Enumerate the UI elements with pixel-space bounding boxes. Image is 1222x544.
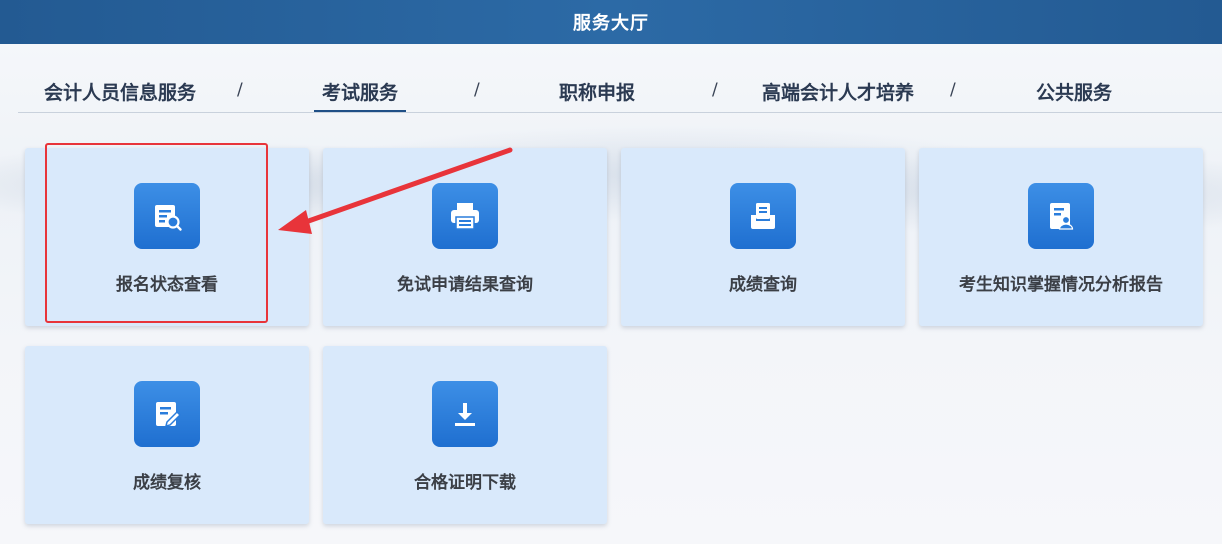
tab-senior-talent-training[interactable]: 高端会计人才培养 bbox=[762, 78, 914, 112]
tab-title-application[interactable]: 职称申报 bbox=[559, 78, 635, 112]
service-card-score-query[interactable]: 成绩查询 bbox=[621, 148, 905, 326]
tab-separator: / bbox=[950, 80, 956, 100]
highlight-box bbox=[45, 143, 268, 323]
service-card-knowledge-report[interactable]: 考生知识掌握情况分析报告 bbox=[919, 148, 1203, 326]
page-title: 服务大厅 bbox=[573, 13, 649, 34]
service-card-label: 合格证明下载 bbox=[414, 473, 516, 493]
service-card-label: 成绩复核 bbox=[133, 473, 201, 493]
download-icon bbox=[432, 381, 498, 447]
tab-accountant-info-service[interactable]: 会计人员信息服务 bbox=[44, 78, 196, 112]
service-tabs: 会计人员信息服务 / 考试服务 / 职称申报 / 高端会计人才培养 / 公共服务 bbox=[18, 70, 1222, 113]
printer-icon bbox=[432, 183, 498, 249]
tab-separator: / bbox=[237, 80, 243, 100]
service-card-exemption-result[interactable]: 免试申请结果查询 bbox=[323, 148, 607, 326]
tab-separator: / bbox=[712, 80, 718, 100]
document-user-icon bbox=[1028, 183, 1094, 249]
tab-public-service[interactable]: 公共服务 bbox=[1036, 78, 1112, 112]
tab-separator: / bbox=[474, 80, 480, 100]
service-card-label: 免试申请结果查询 bbox=[397, 275, 533, 295]
service-card-score-review[interactable]: 成绩复核 bbox=[25, 346, 309, 524]
tab-exam-service[interactable]: 考试服务 bbox=[313, 78, 407, 112]
service-card-label: 成绩查询 bbox=[729, 275, 797, 295]
document-edit-icon bbox=[134, 381, 200, 447]
service-card-certificate-download[interactable]: 合格证明下载 bbox=[323, 346, 607, 524]
page-header: 服务大厅 bbox=[0, 0, 1222, 44]
service-card-label: 考生知识掌握情况分析报告 bbox=[959, 275, 1163, 295]
inbox-document-icon bbox=[730, 183, 796, 249]
